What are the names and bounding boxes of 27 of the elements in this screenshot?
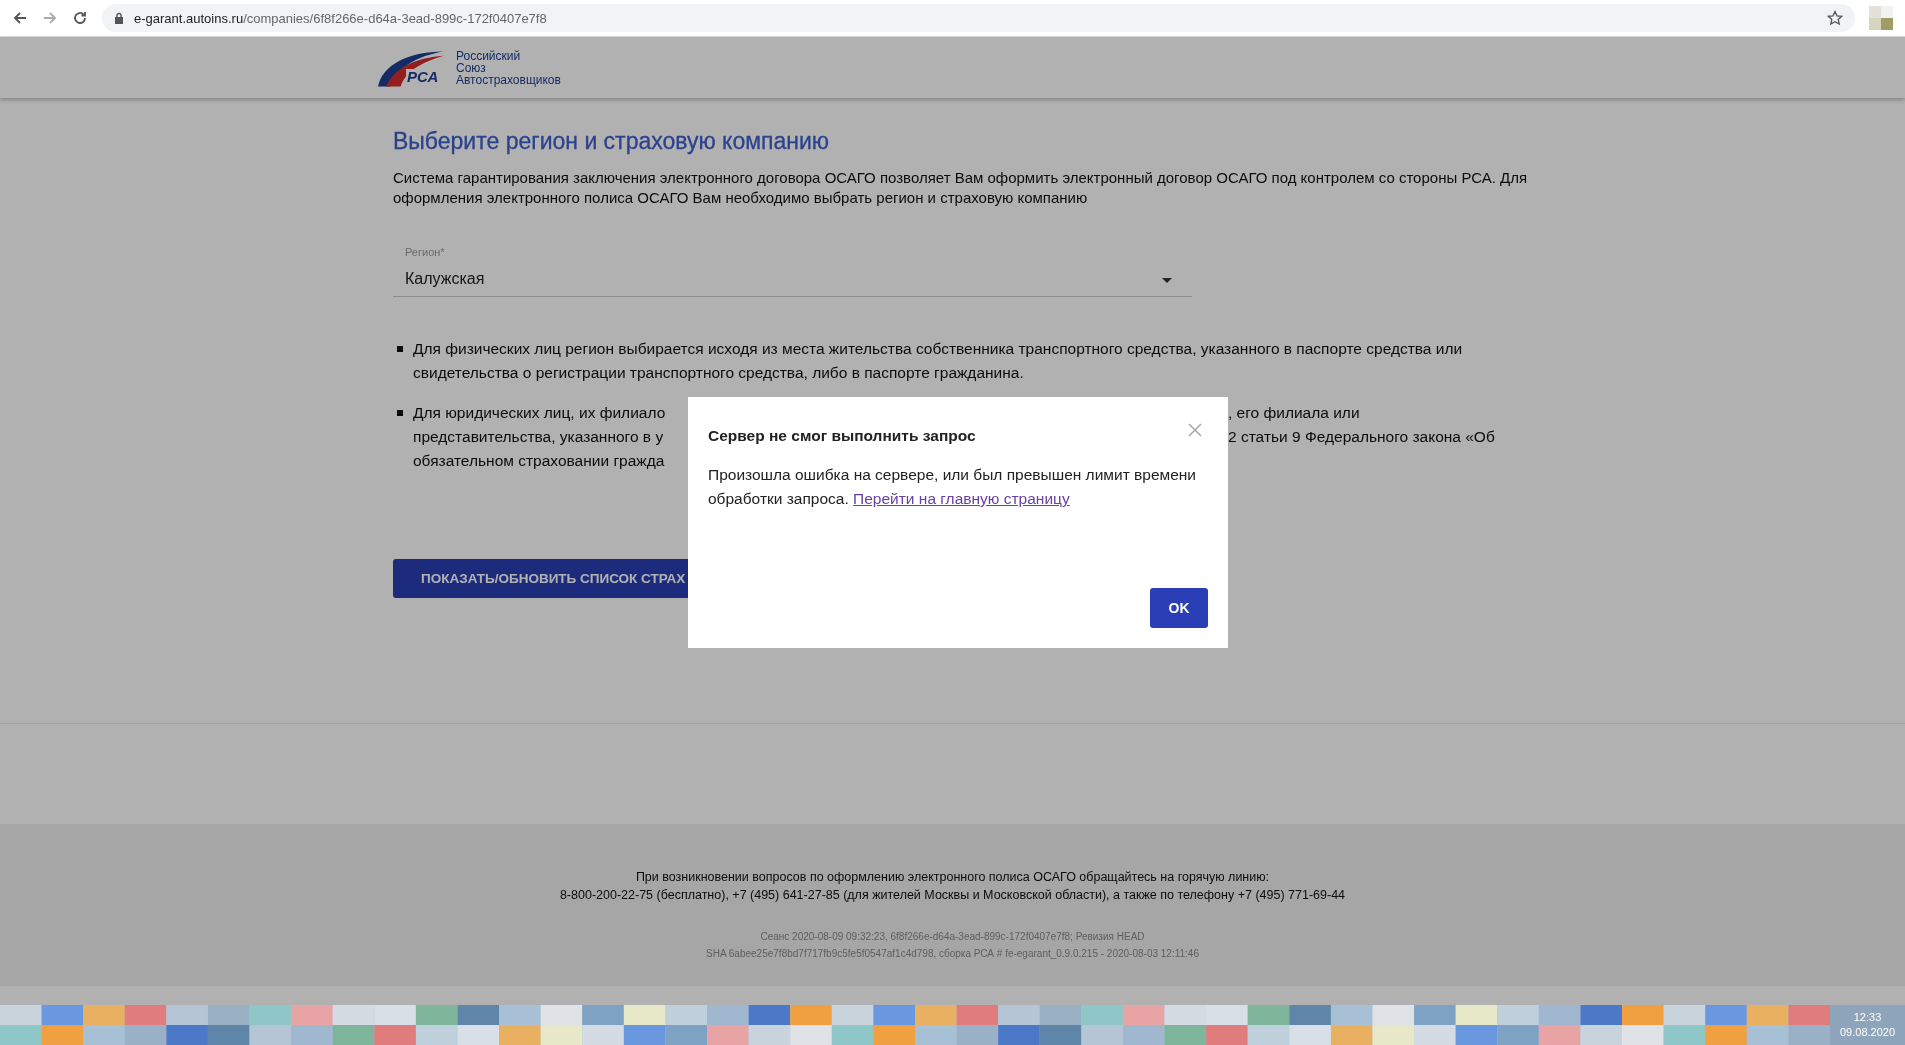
reload-icon[interactable] (72, 10, 88, 26)
note-text-fragment: , его филиала или (1228, 403, 1360, 423)
note-text: Для физических лиц регион выбирается исходя из места жительства собственника транспортного средства, указанного в паспорте средства или свидетельства о регистрации транспортного средства, либо в паспорте гражданина. (413, 339, 1464, 383)
note-text-fragment: представительства, указанного в у (413, 427, 665, 447)
note-text-fragment: Для юридических лиц, их филиало (413, 403, 667, 423)
dialog-message: Произошла ошибка на сервере, или был превышен лимит времени обработки запроса. Перейти на главную страницу (708, 465, 1197, 509)
region-select[interactable]: Регион* Калужская (393, 246, 1192, 297)
logo-text: Российский Союз Автостраховщиков (456, 49, 561, 86)
home-link[interactable]: Перейти на главную страницу (853, 490, 1070, 507)
page-title: Выберите регион и страховую компанию (393, 128, 831, 155)
hotline-text: При возникновении вопросов по оформлению электронного полиса ОСАГО обращайтесь на горячую линию: (635, 869, 1270, 886)
back-icon[interactable] (12, 10, 28, 26)
logo-mark: РСА (406, 68, 440, 84)
address-bar[interactable]: e-garant.autoins.ru/companies/6f8f266e-d64a-3ead-899c-172f0407e7f8 (102, 4, 1855, 32)
note-text-fragment: обязательном страховании гражда (413, 451, 666, 471)
ok-button[interactable]: OK (1150, 588, 1208, 628)
dialog-title: Сервер не смог выполнить запрос (708, 427, 976, 445)
lock-icon (114, 12, 124, 24)
build-info-text: Сеанс 2020-08-09 09:32:23, 6f8f266e-d64a-3ead-899c-172f0407e7f8; Ревизия HEAD (760, 930, 1145, 944)
bullet-icon (397, 410, 403, 416)
intro-paragraph: Система гарантирования заключения электронного договора ОСАГО позволяет Вам оформить электронный договор ОСАГО под контролем со стороны РСА. Для оформления электронного полиса ОСАГО Вам необходимо выбрать регион и страховую компанию (393, 168, 1529, 208)
note-text-fragment: 2 статьи 9 Федерального закона «Об (1228, 427, 1495, 447)
bullet-icon (397, 346, 403, 352)
caret-icon (1162, 278, 1172, 283)
star-icon[interactable] (1827, 10, 1843, 26)
hotline-text: 8-800-200-22-75 (бесплатно), +7 (495) 641-27-85 (для жителей Москвы и Московской области), а также по телефону +7 (495) 771-69-44 (559, 887, 1346, 904)
build-info-text: SHA 6abee25e7f8bd7f717fb9c5fe5f0547af1c4d798, сборка РСА # fe-egarant_0.9.0.215 - 2020-08-03 12:11:46 (706, 947, 1199, 961)
